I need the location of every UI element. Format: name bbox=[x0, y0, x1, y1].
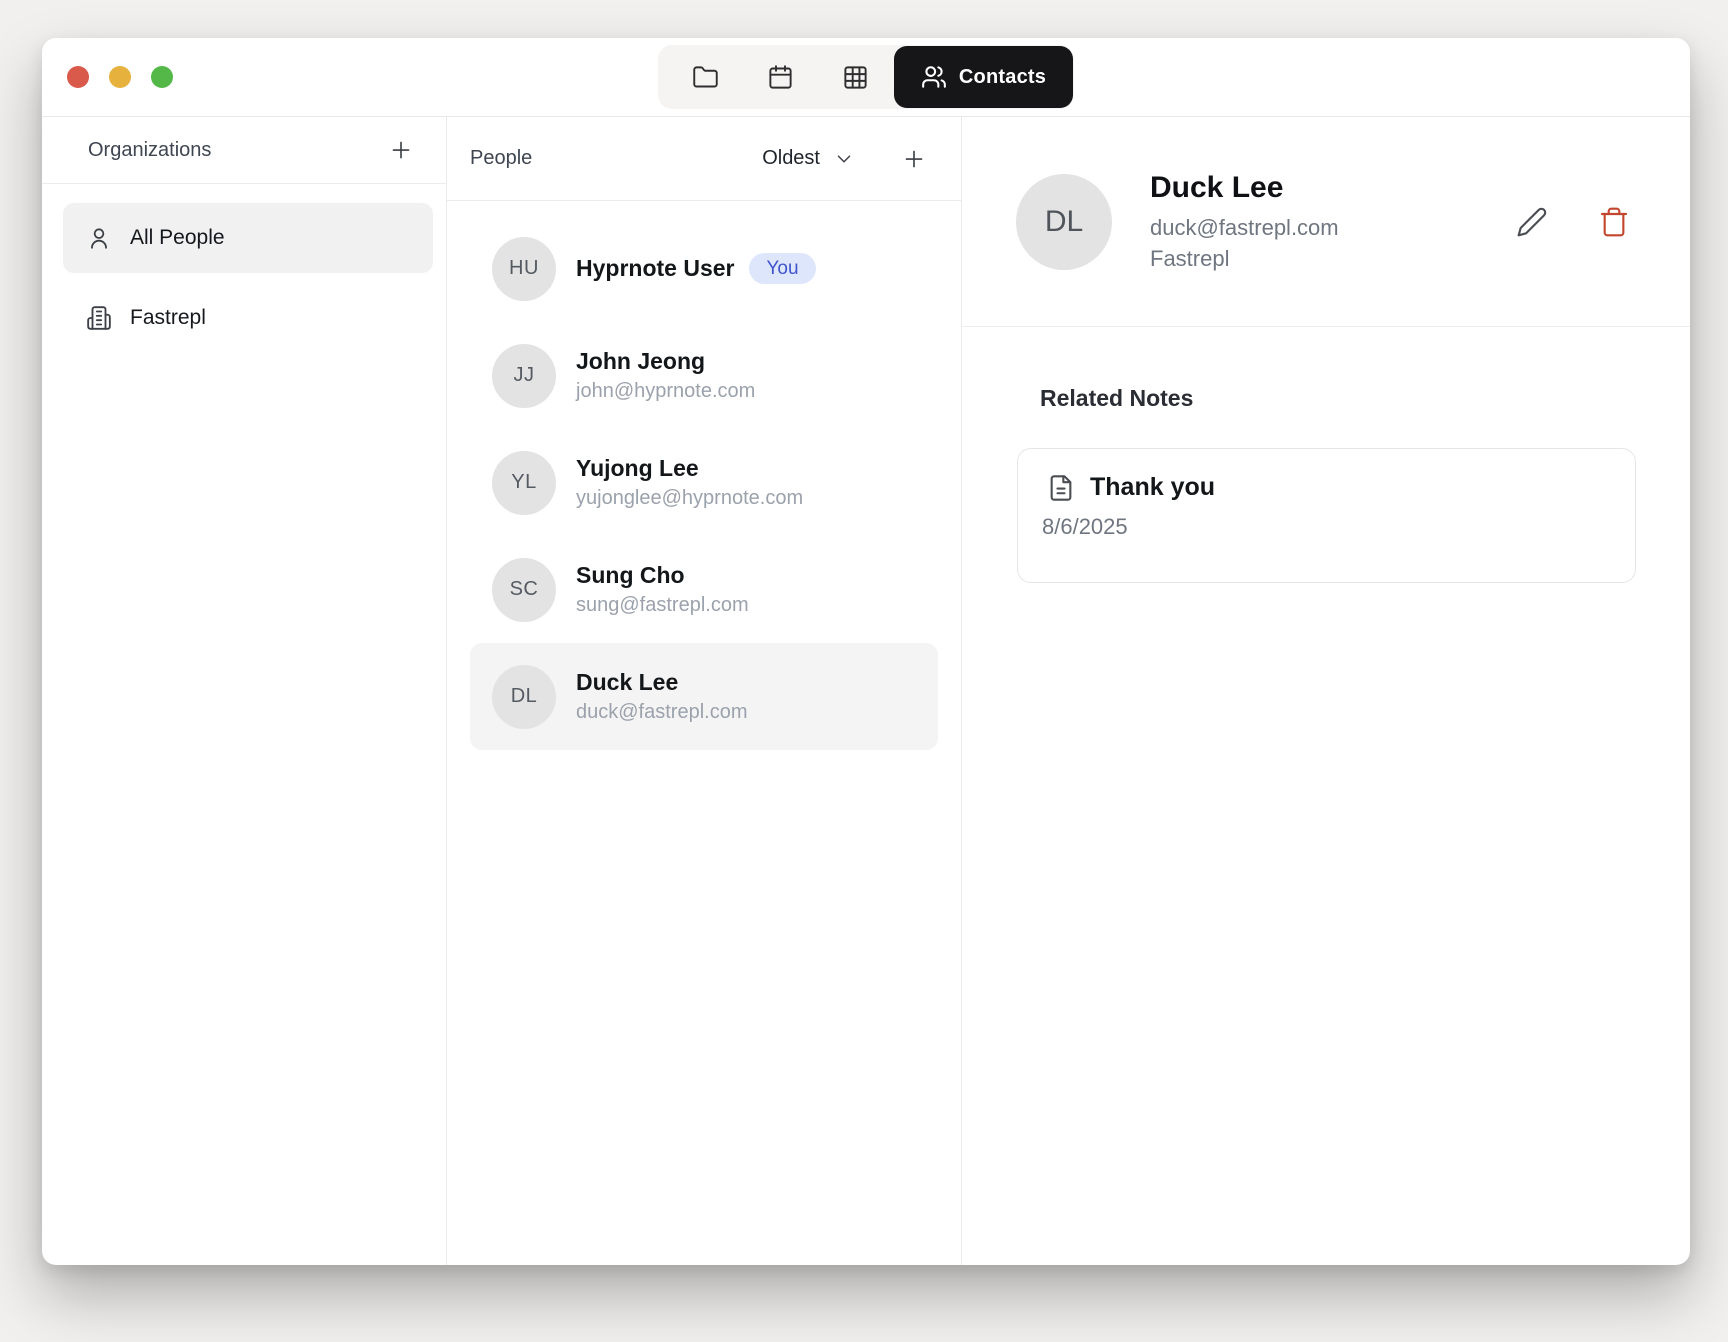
people-header: People Oldest bbox=[447, 117, 961, 201]
people-title: People bbox=[470, 147, 762, 170]
view-switcher: Contacts bbox=[658, 45, 1074, 109]
chevron-down-icon bbox=[833, 148, 855, 170]
note-date: 8/6/2025 bbox=[1042, 514, 1611, 540]
organizations-list: All People Fastrepl bbox=[42, 184, 446, 353]
organizations-title: Organizations bbox=[88, 139, 384, 162]
contact-name: Duck Lee bbox=[1150, 171, 1339, 205]
calendar-view-button[interactable] bbox=[743, 45, 818, 109]
person-name: Hyprnote User bbox=[576, 255, 734, 283]
person-email: duck@fastrepl.com bbox=[576, 701, 747, 724]
sidebar-item-label: Fastrepl bbox=[130, 306, 206, 330]
person-name: John Jeong bbox=[576, 348, 755, 376]
person-row-hyprnote-user[interactable]: HU Hyprnote User You bbox=[470, 215, 938, 322]
you-badge: You bbox=[749, 253, 815, 284]
note-card[interactable]: Thank you 8/6/2025 bbox=[1017, 448, 1636, 583]
organizations-sidebar: Organizations All People bbox=[42, 117, 447, 1265]
plus-icon bbox=[901, 146, 927, 172]
avatar: DL bbox=[492, 665, 556, 729]
related-notes-section: Related Notes Thank you 8/6/2025 bbox=[962, 327, 1690, 583]
avatar: DL bbox=[1016, 174, 1112, 270]
tab-contacts[interactable]: Contacts bbox=[894, 46, 1073, 108]
person-email: yujonglee@hyprnote.com bbox=[576, 487, 803, 510]
people-list: HU Hyprnote User You JJ John Jeong john@… bbox=[447, 201, 961, 750]
avatar: YL bbox=[492, 451, 556, 515]
add-person-button[interactable] bbox=[897, 142, 931, 176]
traffic-lights bbox=[67, 38, 173, 116]
main-content: Organizations All People bbox=[42, 117, 1690, 1265]
contact-detail-header: DL Duck Lee duck@fastrepl.com Fastrepl bbox=[962, 117, 1690, 327]
add-organization-button[interactable] bbox=[384, 133, 418, 167]
person-name: Duck Lee bbox=[576, 669, 747, 697]
file-text-icon bbox=[1047, 474, 1075, 502]
sidebar-item-fastrepl[interactable]: Fastrepl bbox=[63, 283, 433, 353]
building-icon bbox=[86, 305, 112, 331]
plus-icon bbox=[388, 137, 414, 163]
avatar: JJ bbox=[492, 344, 556, 408]
minimize-button[interactable] bbox=[109, 66, 131, 88]
zoom-button[interactable] bbox=[151, 66, 173, 88]
contacts-icon bbox=[921, 64, 947, 90]
delete-contact-button[interactable] bbox=[1598, 206, 1630, 238]
sidebar-item-all-people[interactable]: All People bbox=[63, 203, 433, 273]
organizations-header: Organizations bbox=[42, 117, 446, 184]
sort-dropdown[interactable]: Oldest bbox=[762, 147, 855, 170]
person-email: sung@fastrepl.com bbox=[576, 594, 749, 617]
app-window: Contacts Organizations All People bbox=[42, 38, 1690, 1265]
person-icon bbox=[86, 225, 112, 251]
title-bar: Contacts bbox=[42, 38, 1690, 117]
table-icon bbox=[842, 64, 869, 91]
note-title: Thank you bbox=[1090, 473, 1215, 502]
person-name: Yujong Lee bbox=[576, 455, 803, 483]
pencil-icon bbox=[1516, 206, 1548, 238]
related-notes-title: Related Notes bbox=[1040, 385, 1690, 412]
person-row-yujong-lee[interactable]: YL Yujong Lee yujonglee@hyprnote.com bbox=[470, 429, 938, 536]
notes-view-button[interactable] bbox=[668, 45, 743, 109]
person-email: john@hyprnote.com bbox=[576, 380, 755, 403]
avatar: HU bbox=[492, 237, 556, 301]
person-row-john-jeong[interactable]: JJ John Jeong john@hyprnote.com bbox=[470, 322, 938, 429]
sort-label: Oldest bbox=[762, 147, 820, 170]
contact-organization: Fastrepl bbox=[1150, 246, 1339, 272]
person-row-duck-lee[interactable]: DL Duck Lee duck@fastrepl.com bbox=[470, 643, 938, 750]
close-button[interactable] bbox=[67, 66, 89, 88]
avatar: SC bbox=[492, 558, 556, 622]
tab-contacts-label: Contacts bbox=[959, 66, 1046, 89]
edit-contact-button[interactable] bbox=[1516, 206, 1548, 238]
person-row-sung-cho[interactable]: SC Sung Cho sung@fastrepl.com bbox=[470, 536, 938, 643]
trash-icon bbox=[1598, 206, 1630, 238]
folder-icon bbox=[692, 64, 719, 91]
sidebar-item-label: All People bbox=[130, 226, 225, 250]
table-view-button[interactable] bbox=[818, 45, 893, 109]
people-panel: People Oldest HU Hyprnote bbox=[447, 117, 962, 1265]
person-name: Sung Cho bbox=[576, 562, 749, 590]
contact-email: duck@fastrepl.com bbox=[1150, 215, 1339, 241]
calendar-icon bbox=[767, 64, 794, 91]
contact-detail-panel: DL Duck Lee duck@fastrepl.com Fastrepl bbox=[962, 117, 1690, 1265]
